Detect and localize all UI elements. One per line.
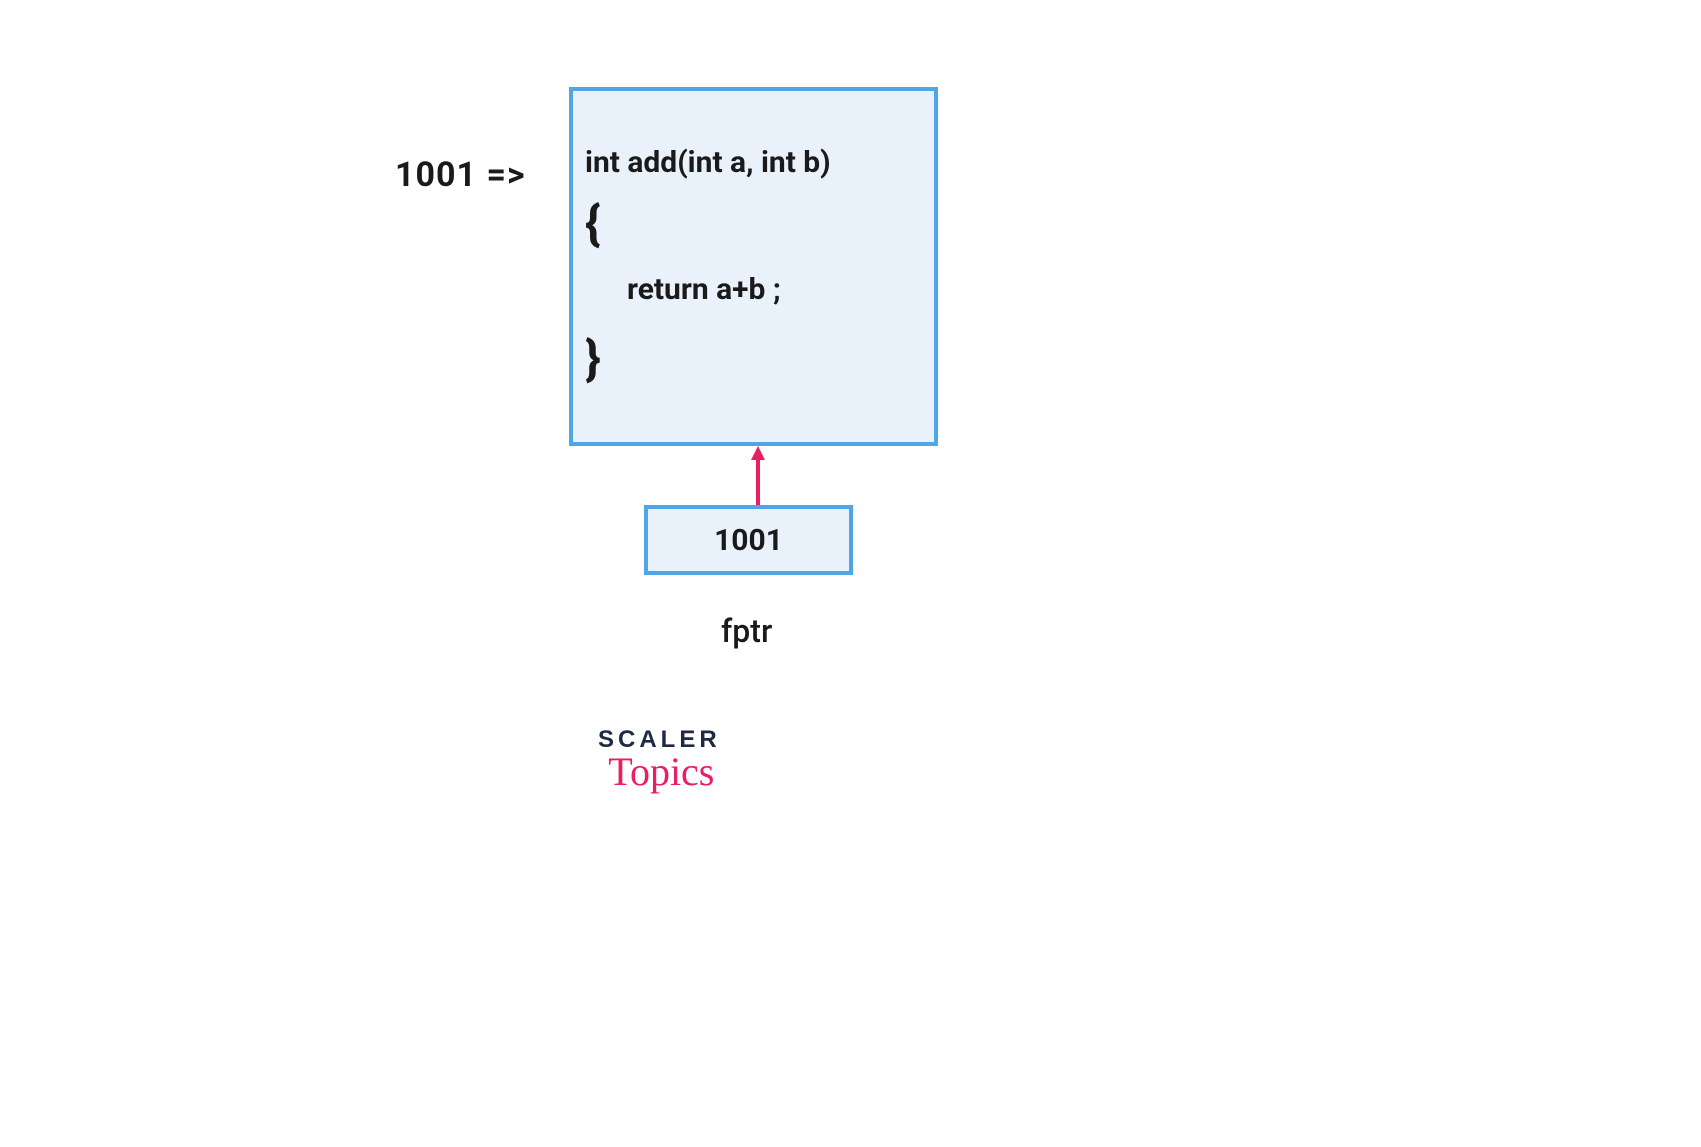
code-signature: int add(int a, int b) [585,145,831,181]
pointer-value-box: 1001 [644,505,853,575]
code-brace-open: { [585,195,601,252]
brand-logo: SCALER Topics [598,726,721,795]
diagram-canvas: 1001 => int add(int a, int b) { return a… [0,0,1701,1147]
pointer-value-text: 1001 [714,523,783,558]
pointer-variable-name: fptr [721,612,772,650]
pointer-arrow-icon [748,446,768,508]
function-code-box [569,87,938,446]
logo-line-topics: Topics [602,748,721,795]
code-body: return a+b ; [627,272,781,308]
memory-address-label: 1001 => [395,155,526,195]
code-brace-close: } [585,330,601,387]
